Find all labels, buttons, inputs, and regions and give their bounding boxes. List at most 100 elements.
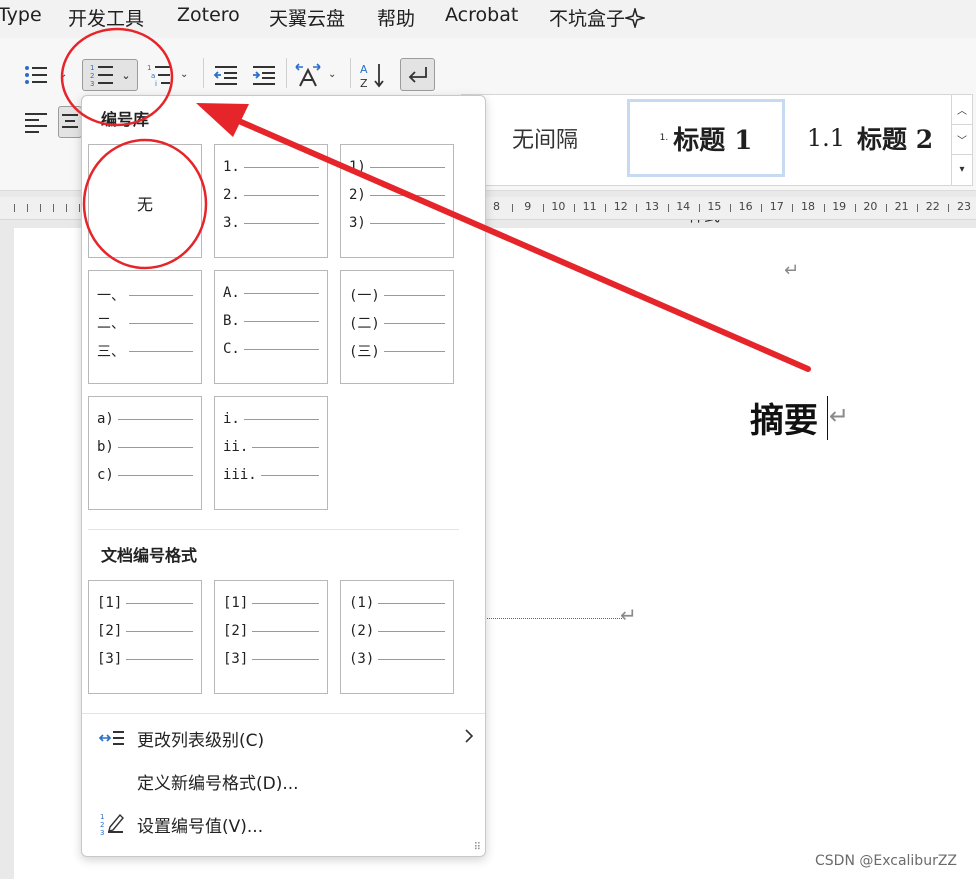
style-heading-2[interactable]: 1.1 标题 2 [790,99,950,177]
numbering-sample-line: [3] [223,651,319,667]
align-left-icon [25,113,47,133]
ruler-tick [761,204,762,212]
sort-button[interactable]: AZ [358,60,388,90]
numbering-sample-label: c) [97,467,114,483]
numbering-format-option[interactable]: (一) (二) (三) [340,270,454,384]
numbering-sample-label: 3. [223,215,240,231]
svg-text:1: 1 [147,64,151,72]
numbering-sample-line: [3] [97,651,193,667]
numbering-format-option[interactable]: (1) (2) (3) [340,580,454,694]
numbering-sample-rule [252,630,319,632]
menu-bukeng-box[interactable]: 不坑盒子 [549,4,647,31]
bullets-dropdown-icon[interactable]: ⌄ [59,69,67,80]
numbering-sample-label: 2. [223,187,240,203]
decrease-indent-button[interactable] [211,60,241,90]
sparkle-icon [623,6,647,30]
numbering-sample-rule [243,418,319,420]
menu-zotero[interactable]: Zotero [177,4,240,26]
numbering-format-option[interactable]: [1] [2] [3] [214,580,328,694]
numbering-sample-label: a) [97,411,114,427]
gallery-more-icon[interactable]: ▾ [952,155,972,184]
numbering-sample-rule [117,474,193,476]
numbering-sample-rule [129,322,193,324]
multilevel-list-icon: 1ai [147,64,170,88]
style-heading-1-number: 1. [659,133,669,143]
menu-tianyi-cloud[interactable]: 天翼云盘 [269,4,345,31]
ruler-number: 17 [769,200,784,213]
change-list-level-label: 更改列表级别(C) [137,731,265,751]
style-heading-1[interactable]: 1. 标题 1 [627,99,785,177]
sort-az-icon: AZ [360,63,384,89]
numbering-format-option[interactable]: [1] [2] [3] [88,580,202,694]
set-numbering-value-item[interactable]: 123 设置编号值(V)... [82,807,485,841]
numbering-sample-line: 3) [349,215,445,231]
ruler-tick [730,204,731,212]
define-new-number-format-item[interactable]: 定义新编号格式(D)... [82,764,485,798]
numbering-sample-label: 3) [349,215,366,231]
numbering-none-option[interactable]: 无 [88,144,202,258]
numbering-sample-label: ii. [223,439,249,455]
menu-help[interactable]: 帮助 [377,4,415,31]
character-spacing-dropdown-icon[interactable]: ⌄ [328,69,336,80]
bullets-button[interactable] [21,60,51,90]
ruler-tick [27,204,28,212]
numbering-sample-line: A. [223,285,319,301]
menu-type[interactable]: Type [0,4,42,26]
numbering-format-option[interactable]: a) b) c) [88,396,202,510]
menu-acrobat[interactable]: Acrobat [445,4,518,26]
svg-text:A: A [360,63,368,76]
paragraph-mark-icon: ↵ [829,402,850,430]
multilevel-dropdown-icon[interactable]: ⌄ [180,69,188,80]
svg-text:3: 3 [100,829,104,837]
ruler-tick [14,204,15,212]
numbering-format-option[interactable]: 1. 2. 3. [214,144,328,258]
numbering-sample-label: (三) [349,344,380,360]
ruler-tick [66,204,67,212]
numbering-format-option[interactable]: i. ii. iii. [214,396,328,510]
numbering-sample-line: (2) [349,623,445,639]
numbered-list-icon: 123 [90,64,114,88]
align-left-button[interactable] [21,107,51,137]
multilevel-list-button[interactable]: 1ai [144,60,174,90]
numbering-sample-label: C. [223,341,240,357]
numbering-sample-rule [126,630,193,632]
ruler-number: 11 [582,200,597,213]
ruler-tick [40,204,41,212]
numbering-format-option[interactable]: A. B. C. [214,270,328,384]
numbering-sample-rule [378,630,445,632]
menu-developer-tools[interactable]: 开发工具 [68,4,144,31]
numbering-none-label: 无 [136,195,153,214]
numbering-format-option[interactable]: 一、 二、 三、 [88,270,202,384]
gallery-up-icon[interactable]: ︿ [952,95,972,125]
style-no-spacing[interactable]: 无间隔 [466,99,624,177]
numbering-sample-rule [117,446,193,448]
align-center-button[interactable] [58,106,82,138]
numbering-sample-rule [369,166,445,168]
numbering-sample-line: a) [97,411,193,427]
numbering-sample-label: 1. [223,159,240,175]
numbering-sample-rule [383,294,445,296]
numbering-sample-label: iii. [223,467,257,483]
numbering-sample-line: 一、 [97,285,193,305]
numbering-sample-label: B. [223,313,240,329]
ruler-tick [605,204,606,212]
increase-indent-button[interactable] [249,60,279,90]
numbering-format-option[interactable]: 1) 2) 3) [340,144,454,258]
ruler-tick [79,204,80,212]
numbering-button[interactable]: 123 ⌄ [82,59,138,91]
menu-bar: Type 开发工具 Zotero 天翼云盘 帮助 Acrobat 不坑盒子 [0,0,976,38]
ruler-number: 13 [645,200,659,213]
numbering-sample-rule [378,602,445,604]
change-list-level-item[interactable]: 更改列表级别(C) [82,721,485,755]
ruler-number: 8 [493,200,500,213]
resize-grip-icon[interactable]: ⠿ [474,842,481,853]
show-paragraph-marks-button[interactable] [400,58,435,91]
gallery-down-icon[interactable]: ﹀ [952,125,972,155]
numbering-sample-label: A. [223,285,240,301]
ruler-tick [636,204,637,212]
character-spacing-button[interactable] [293,60,323,90]
document-heading[interactable]: 摘要 [750,393,818,442]
paragraph-mark-icon [408,66,427,83]
numbering-dropdown: 编号库 无 1. 2. 3. 1) 2) 3) 一、 二、 三、 A. B. C. (一) (二) (三) a… [81,95,486,857]
ruler-tick [512,204,513,212]
